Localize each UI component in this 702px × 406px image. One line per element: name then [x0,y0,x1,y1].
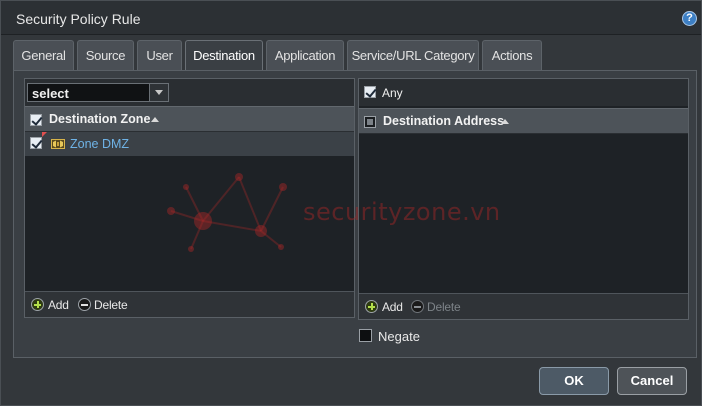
address-panel-footer: Add Delete [359,293,688,319]
dialog-titlebar: Security Policy Rule ? [1,1,701,35]
delete-address-button: Delete [427,300,461,314]
delete-zone-button[interactable]: Delete [94,298,128,312]
destination-tab-content: select Destination Zone Zone DMZ Add Del… [13,70,697,358]
add-icon[interactable] [31,298,44,311]
tab-application[interactable]: Application [266,40,344,70]
destination-address-panel: Any Destination Address Add Delete [358,78,689,320]
negate-checkbox[interactable] [359,329,372,342]
destination-zone-header[interactable]: Destination Zone [25,106,354,132]
select-all-addresses-checkbox[interactable] [364,116,376,128]
sort-ascending-icon[interactable] [501,119,509,124]
add-address-button[interactable]: Add [382,300,403,314]
ok-button[interactable]: OK [539,367,609,395]
tab-general[interactable]: General [13,40,74,70]
tab-actions[interactable]: Actions [482,40,542,70]
any-row: Any [359,79,688,106]
destination-zone-panel: select Destination Zone Zone DMZ Add Del… [24,78,355,318]
tab-service-url-category[interactable]: Service/URL Category [347,40,479,70]
delete-icon[interactable] [78,298,91,311]
zone-select[interactable]: select [27,83,169,102]
select-all-zones-checkbox[interactable] [30,114,42,126]
any-label[interactable]: Any [382,86,403,100]
destination-address-header[interactable]: Destination Address [359,108,688,134]
zone-select-value: select [32,86,69,101]
delete-icon [411,300,424,313]
table-row[interactable]: Zone DMZ [25,132,354,156]
zone-row-checkbox[interactable] [30,137,42,149]
zone-select-row: select [25,79,354,106]
chevron-down-icon[interactable] [149,84,168,101]
security-policy-rule-dialog: Security Policy Rule ? General Source Us… [0,0,702,406]
add-icon[interactable] [365,300,378,313]
zone-icon [51,139,65,149]
tab-destination[interactable]: Destination [185,40,263,71]
sort-ascending-icon[interactable] [151,117,159,122]
any-checkbox[interactable] [364,86,376,98]
zone-panel-footer: Add Delete [25,291,354,317]
negate-label[interactable]: Negate [378,329,420,344]
tab-user[interactable]: User [137,40,182,70]
destination-zone-header-label: Destination Zone [49,112,151,126]
add-zone-button[interactable]: Add [48,298,69,312]
modified-flag-icon [42,132,47,137]
help-icon[interactable]: ? [682,11,697,26]
dialog-title: Security Policy Rule [16,11,141,27]
zone-name[interactable]: Zone DMZ [70,137,129,151]
cancel-button[interactable]: Cancel [617,367,687,395]
tab-source[interactable]: Source [77,40,134,70]
destination-address-header-label: Destination Address [383,114,505,128]
